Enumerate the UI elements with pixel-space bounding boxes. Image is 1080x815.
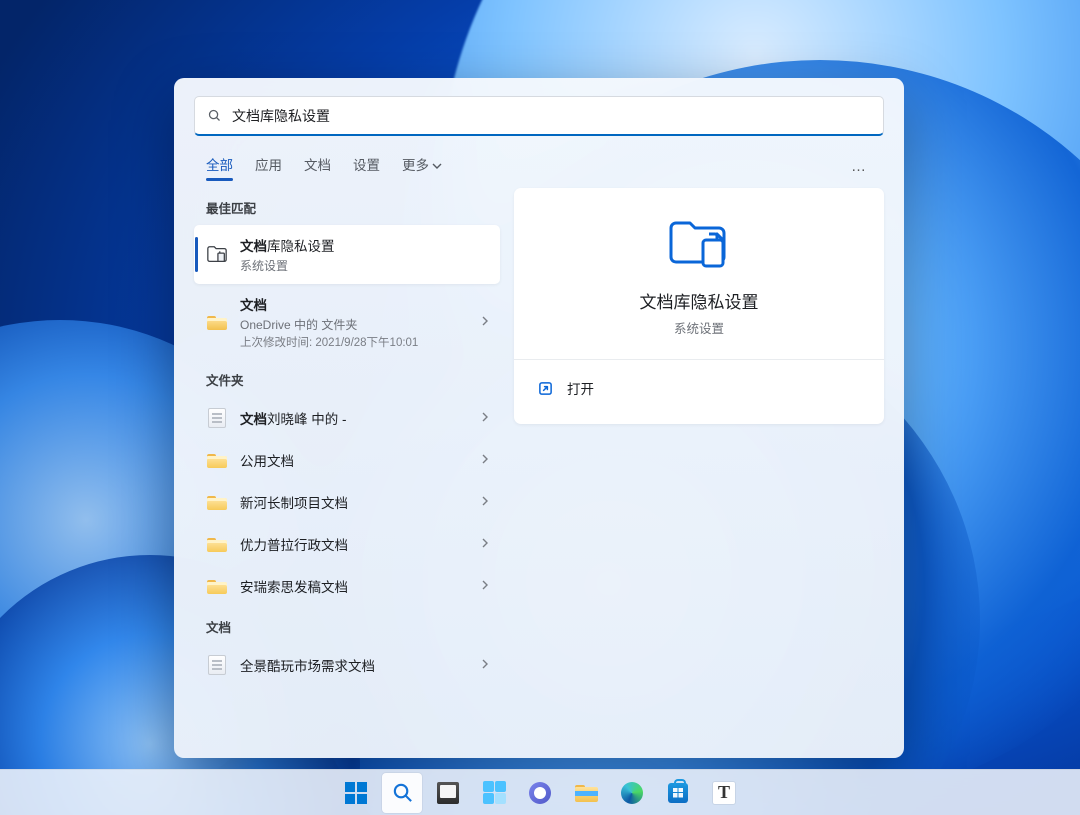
section-folders: 文件夹: [206, 370, 500, 389]
result-title-text: 刘晓峰 中的 -: [267, 412, 347, 427]
result-title-rest: 库隐私设置: [267, 239, 335, 254]
chevron-right-icon: [480, 313, 490, 331]
result-title-bold: 文档: [240, 239, 267, 254]
search-icon: [207, 108, 222, 123]
start-button[interactable]: [336, 773, 376, 813]
folder-icon: [206, 575, 228, 597]
tab-more[interactable]: 更多: [402, 148, 442, 184]
result-modified: 上次修改时间: 2021/9/28下午10:01: [240, 334, 468, 350]
widgets-button[interactable]: [474, 773, 514, 813]
settings-folder-icon: [206, 244, 228, 266]
preview-title: 文档库隐私设置: [534, 288, 864, 313]
text-app-button[interactable]: T: [704, 773, 744, 813]
tab-documents[interactable]: 文档: [304, 148, 331, 184]
folder-icon: [206, 491, 228, 513]
search-bar[interactable]: [194, 96, 884, 136]
file-explorer-icon: [575, 784, 598, 802]
document-icon: [206, 654, 228, 676]
preview-card: 文档库隐私设置 系统设置 打开: [514, 188, 884, 424]
chevron-right-icon: [480, 409, 490, 427]
task-view-button[interactable]: [428, 773, 468, 813]
overflow-menu-button[interactable]: …: [847, 154, 872, 179]
section-best-match: 最佳匹配: [206, 198, 500, 217]
tab-all[interactable]: 全部: [206, 148, 233, 184]
file-explorer-button[interactable]: [566, 773, 606, 813]
preview-icon: [534, 216, 864, 272]
results-list: 最佳匹配 文档库隐私设置 系统设置 文档 OneDrive 中的 文件夹 上次修…: [194, 188, 500, 740]
result-title-bold: 文档: [240, 412, 267, 427]
edge-icon: [621, 782, 643, 804]
windows-logo-icon: [345, 782, 367, 804]
section-documents: 文档: [206, 617, 500, 636]
store-icon: [668, 783, 688, 803]
folder-icon: [206, 533, 228, 555]
search-icon: [391, 781, 414, 804]
result-subtitle: 系统设置: [240, 257, 490, 274]
edge-button[interactable]: [612, 773, 652, 813]
result-best-match[interactable]: 文档库隐私设置 系统设置: [194, 225, 500, 284]
store-button[interactable]: [658, 773, 698, 813]
result-title-text: 全景酷玩市场需求文档: [240, 659, 375, 674]
folder-icon: [206, 311, 228, 333]
document-icon: [206, 407, 228, 429]
search-input[interactable]: [232, 108, 871, 124]
text-app-icon: T: [713, 782, 735, 804]
tab-settings[interactable]: 设置: [353, 148, 380, 184]
taskbar-search-button[interactable]: [382, 773, 422, 813]
result-folder-4[interactable]: 安瑞索思发稿文档: [194, 565, 500, 607]
result-title-text: 优力普拉行政文档: [240, 538, 348, 553]
chevron-right-icon: [480, 451, 490, 469]
taskbar: T: [0, 769, 1080, 815]
result-title-text: 公用文档: [240, 454, 294, 469]
action-open-label: 打开: [567, 378, 594, 398]
open-icon: [538, 381, 553, 396]
tab-apps[interactable]: 应用: [255, 148, 282, 184]
chevron-right-icon: [480, 535, 490, 553]
result-folder-1[interactable]: 公用文档: [194, 439, 500, 481]
result-document-0[interactable]: 全景酷玩市场需求文档: [194, 644, 500, 686]
chat-button[interactable]: [520, 773, 560, 813]
result-title-text: 新河长制项目文档: [240, 496, 348, 511]
result-title: 文档: [240, 298, 267, 313]
result-folder-0[interactable]: 文档刘晓峰 中的 -: [194, 397, 500, 439]
result-title-text: 安瑞索思发稿文档: [240, 580, 348, 595]
result-onedrive-documents[interactable]: 文档 OneDrive 中的 文件夹 上次修改时间: 2021/9/28下午10…: [194, 284, 500, 360]
result-folder-3[interactable]: 优力普拉行政文档: [194, 523, 500, 565]
folder-icon: [206, 449, 228, 471]
chevron-right-icon: [480, 577, 490, 595]
result-location: OneDrive 中的 文件夹: [240, 316, 468, 333]
chat-icon: [529, 782, 551, 804]
result-folder-2[interactable]: 新河长制项目文档: [194, 481, 500, 523]
search-panel: 全部 应用 文档 设置 更多 … 最佳匹配 文档库隐私设置 系统设置 文档: [174, 78, 904, 758]
task-view-icon: [437, 782, 459, 804]
action-open[interactable]: 打开: [534, 370, 864, 406]
chevron-right-icon: [480, 493, 490, 511]
chevron-right-icon: [480, 656, 490, 674]
preview-subtitle: 系统设置: [534, 318, 864, 337]
search-tabs: 全部 应用 文档 设置 更多 …: [174, 136, 904, 184]
widgets-icon: [483, 781, 506, 804]
